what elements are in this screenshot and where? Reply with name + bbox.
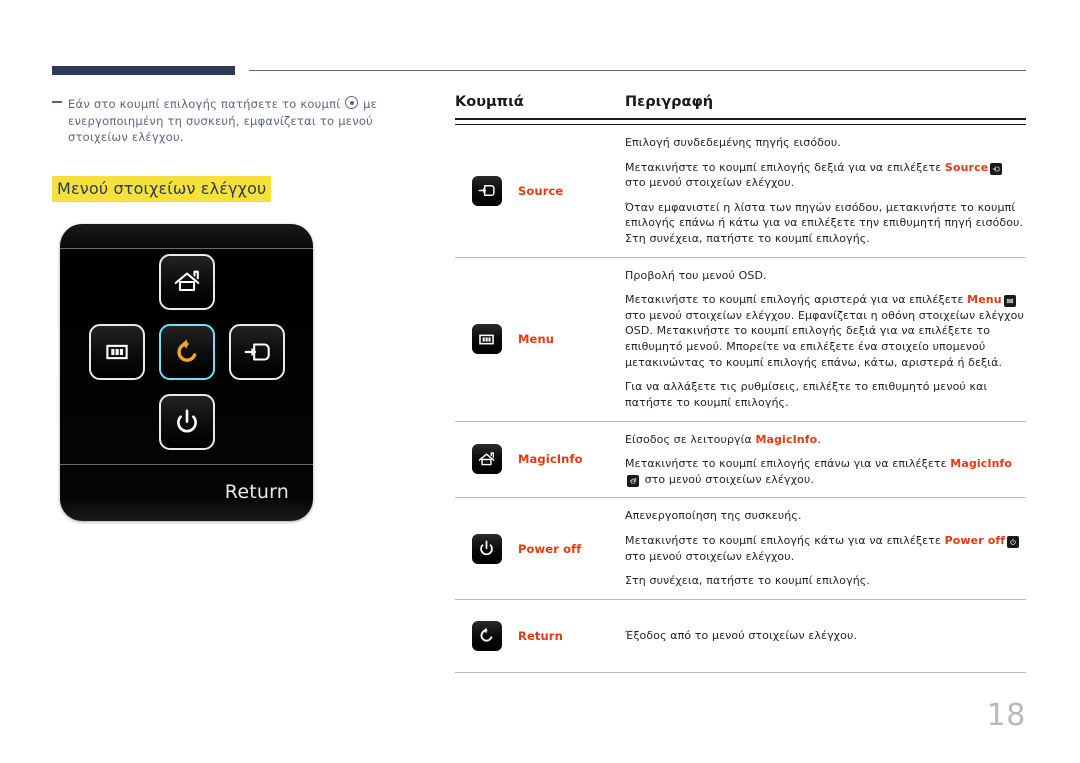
table-cell-icon <box>455 444 518 475</box>
description-paragraph: Μετακινήστε το κουμπί επιλογής επάνω για… <box>625 456 1026 487</box>
description-paragraph: Έξοδος από το μενού στοιχείων ελέγχου. <box>625 628 1026 644</box>
description-text: Επιλογή συνδεδεμένης πηγής εισόδου. <box>625 136 841 149</box>
highlighted-term: Menu <box>967 293 1002 307</box>
header-thin-rule <box>249 70 1026 71</box>
osd-key-return[interactable] <box>158 324 215 381</box>
table-cell-description: Έξοδος από το μενού στοιχείων ελέγχου. <box>625 628 1026 644</box>
description-paragraph: Μετακινήστε το κουμπί επιλογής κάτω για … <box>625 533 1026 564</box>
description-paragraph: Είσοδος σε λειτουργία MagicInfo. <box>625 432 1026 448</box>
table-row: Source Επιλογή συνδεδεμένης πηγής εισόδου… <box>455 125 1026 258</box>
power-off-icon <box>172 407 202 437</box>
table-header-rule <box>455 118 1026 125</box>
osd-key-magicinfo[interactable] <box>158 254 215 311</box>
menu-icon <box>1003 295 1016 308</box>
description-paragraph: Όταν εμφανιστεί η λίστα των πηγών εισόδο… <box>625 200 1026 247</box>
select-button-icon <box>345 96 359 109</box>
table-row: Return Έξοδος από το μενού στοιχείων ελέγ… <box>455 600 1026 673</box>
osd-key-grid <box>88 254 285 451</box>
power-off-icon <box>1007 535 1020 548</box>
description-paragraph: Προβολή του μενού OSD. <box>625 268 1026 284</box>
description-text: Για να αλλάξετε τις ρυθμίσεις, επιλέξτε … <box>625 380 988 409</box>
table-body: Source Επιλογή συνδεδεμένης πηγής εισόδου… <box>455 125 1026 673</box>
description-text: . <box>817 432 821 446</box>
table-cell-button-label: Source <box>518 183 564 198</box>
buttons-description-table: Κουμπιά Περιγραφή Source Επιλογή συνδεδεμ… <box>455 94 1026 673</box>
description-text: Προβολή του μενού OSD. <box>625 268 767 282</box>
highlighted-term: Source <box>944 160 989 174</box>
table-cell-icon <box>455 620 518 651</box>
table-header-row: Κουμπιά Περιγραφή <box>455 94 1026 118</box>
page-header-rule <box>52 66 1026 78</box>
table-cell-icon <box>455 533 518 564</box>
page-number: 18 <box>986 698 1026 733</box>
description-paragraph: Μετακινήστε το κουμπί επιλογής δεξιά για… <box>625 160 1026 191</box>
description-text: Είσοδος σε λειτουργία <box>625 432 756 446</box>
description-text: Μετακινήστε το κουμπί επιλογής αριστερά … <box>625 293 968 307</box>
description-text: στο μενού στοιχείων ελέγχου. Εμφανίζεται… <box>625 308 1024 369</box>
magicinfo-home-icon <box>627 474 639 487</box>
osd-key-menu[interactable] <box>88 324 145 381</box>
column-header-description: Περιγραφή <box>625 94 714 110</box>
section-heading-wrap: Μενού στοιχείων ελέγχου <box>52 146 427 203</box>
description-text: Απενεργοποίηση της συσκευής. <box>625 509 802 523</box>
osd-return-label: Return <box>224 481 289 504</box>
description-text: Έξοδος από το μενού στοιχείων ελέγχου. <box>625 628 858 642</box>
table-cell-description: Επιλογή συνδεδεμένης πηγής εισόδου. Μετακ… <box>625 135 1026 247</box>
description-text: Μετακινήστε το κουμπί επιλογής δεξιά για… <box>625 160 945 174</box>
osd-control-menu-panel: Return <box>60 224 313 522</box>
table-cell-description: Είσοδος σε λειτουργία MagicInfo. Μετακινή… <box>625 432 1026 488</box>
note-text-before: Εάν στο κουμπί επιλογής πατήσετε το κουμ… <box>68 97 345 111</box>
description-paragraph: Για να αλλάξετε τις ρυθμίσεις, επιλέξτε … <box>625 379 1026 410</box>
description-paragraph: Στη συνέχεια, πατήστε το κουμπί επιλογής… <box>625 573 1026 589</box>
table-cell-icon <box>455 324 518 355</box>
table-row: MagicInfo Είσοδος σε λειτουργία MagicInfo… <box>455 422 1026 499</box>
table-row: Menu Προβολή του μενού OSD. Μετακινήστε το… <box>455 258 1026 422</box>
highlighted-term: MagicInfo <box>950 457 1013 471</box>
highlighted-term: MagicInfo <box>755 432 818 446</box>
magicinfo-home-icon <box>471 444 502 475</box>
osd-key-source[interactable] <box>228 324 285 381</box>
highlighted-term: Power off <box>944 533 1006 547</box>
table-cell-button-label: Power off <box>518 541 582 556</box>
table-cell-description: Απενεργοποίηση της συσκευής. Μετακινήστε … <box>625 508 1026 588</box>
description-paragraph: Απενεργοποίηση της συσκευής. <box>625 508 1026 524</box>
description-text: Όταν εμφανιστεί η λίστα των πηγών εισόδο… <box>625 200 1024 246</box>
note-dash-marker <box>52 101 62 103</box>
menu-icon <box>471 324 502 355</box>
note-block: Εάν στο κουμπί επιλογής πατήσετε το κουμ… <box>52 96 427 146</box>
header-accent-bar <box>52 66 235 75</box>
left-column: Εάν στο κουμπί επιλογής πατήσετε το κουμ… <box>52 96 427 522</box>
description-text: στο μενού στοιχείων ελέγχου. <box>641 472 814 486</box>
power-off-icon <box>471 533 502 564</box>
source-icon <box>242 337 272 367</box>
table-cell-button-label: Menu <box>518 332 555 347</box>
column-header-buttons: Κουμπιά <box>455 94 524 110</box>
menu-icon <box>103 338 131 366</box>
table-cell-button-label: MagicInfo <box>518 452 583 467</box>
table-cell-description: Προβολή του μενού OSD. Μετακινήστε το κου… <box>625 268 1026 411</box>
return-icon <box>172 337 202 367</box>
osd-divider-bottom <box>60 464 313 466</box>
source-icon <box>990 162 1003 175</box>
description-text: Μετακινήστε το κουμπί επιλογής κάτω για … <box>625 533 945 547</box>
table-row: Power off Απενεργοποίηση της συσκευής. Μετ… <box>455 498 1026 600</box>
description-text: Στη συνέχεια, πατήστε το κουμπί επιλογής… <box>625 574 870 588</box>
table-cell-button-label: Return <box>518 628 563 643</box>
description-paragraph: Μετακινήστε το κουμπί επιλογής αριστερά … <box>625 292 1026 370</box>
description-paragraph: Επιλογή συνδεδεμένης πηγής εισόδου. <box>625 135 1026 151</box>
description-text: στο μενού στοιχείων ελέγχου. <box>625 176 795 190</box>
description-text: στο μενού στοιχείων ελέγχου. <box>625 549 795 563</box>
table-cell-icon <box>455 175 518 206</box>
osd-key-power-off[interactable] <box>158 394 215 451</box>
description-text: Μετακινήστε το κουμπί επιλογής επάνω για… <box>625 457 951 471</box>
source-icon <box>471 175 502 206</box>
return-icon <box>471 620 502 651</box>
magicinfo-home-icon <box>172 267 202 297</box>
osd-divider-top <box>60 248 313 250</box>
page-title: Μενού στοιχείων ελέγχου <box>52 176 272 203</box>
